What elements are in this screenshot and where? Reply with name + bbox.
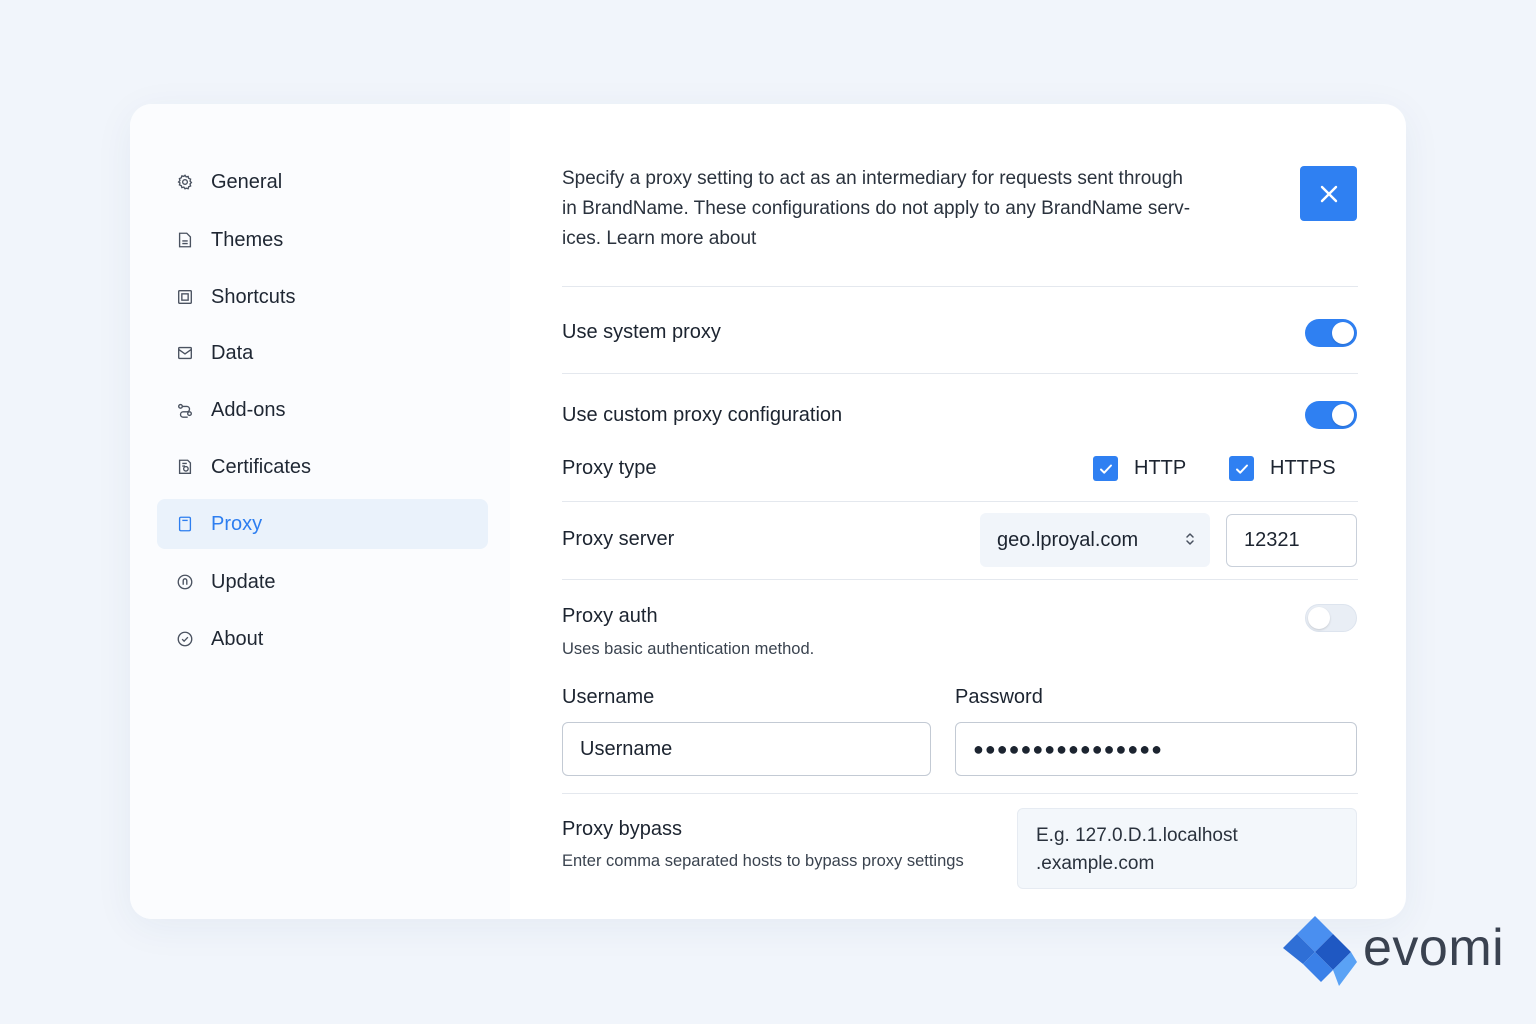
proxy-bypass-label: Proxy bypass	[562, 818, 683, 840]
http-label: HTTP	[1134, 457, 1187, 479]
proxy-host-select[interactable]: geo.lproyal.com	[980, 513, 1210, 567]
sidebar-item-label: General	[211, 170, 283, 193]
bypass-placeholder-line: .example.com	[1036, 853, 1155, 874]
proxy-server-label: Proxy server	[562, 528, 675, 550]
divider	[562, 579, 1358, 580]
proxy-description: Specify a proxy setting to act as an int…	[562, 164, 1272, 254]
proxy-bypass-description: Enter comma separated hosts to bypass pr…	[562, 852, 964, 870]
sidebar-item-general[interactable]: General	[157, 157, 488, 207]
gear-icon	[175, 172, 195, 192]
sidebar-item-add-ons[interactable]: Add-ons	[157, 385, 488, 435]
proxy-port-input[interactable]: 12321	[1226, 514, 1357, 567]
divider	[562, 286, 1358, 287]
custom-proxy-label: Use custom proxy configuration	[562, 404, 843, 426]
proxy-type-label: Proxy type	[562, 457, 657, 479]
bypass-placeholder-line: E.g. 127.0.D.1.localhost	[1036, 825, 1238, 846]
http-checkbox[interactable]	[1093, 456, 1118, 481]
sidebar-item-proxy[interactable]: Proxy	[157, 499, 488, 549]
system-proxy-toggle[interactable]	[1305, 319, 1357, 347]
proxy-auth-label: Proxy auth	[562, 605, 658, 627]
sidebar-item-label: Themes	[211, 228, 284, 251]
checkmark-icon	[1235, 464, 1248, 474]
learn-more-text[interactable]: ices. Learn more about	[562, 224, 1272, 254]
sidebar-item-label: Proxy	[211, 512, 263, 535]
sidebar-item-label: Shortcuts	[211, 285, 296, 308]
sidebar-item-label: About	[211, 627, 264, 650]
link-icon	[175, 400, 195, 420]
settings-sidebar: General Themes Shortcuts Data Add-ons Ce…	[130, 104, 510, 919]
proxy-settings-content: Specify a proxy setting to act as an int…	[562, 104, 1358, 919]
sidebar-item-about[interactable]: About	[157, 614, 488, 664]
divider	[562, 373, 1358, 374]
sidebar-item-data[interactable]: Data	[157, 328, 488, 378]
username-field[interactable]: Username	[562, 722, 931, 776]
password-label: Password	[955, 686, 1043, 708]
square-icon	[175, 287, 195, 307]
https-checkbox[interactable]	[1229, 456, 1254, 481]
proxy-auth-description: Uses basic authentication method.	[562, 640, 815, 658]
checkmark-icon	[1099, 464, 1112, 474]
proxy-host-value: geo.lproyal.com	[997, 528, 1139, 551]
sidebar-item-shortcuts[interactable]: Shortcuts	[157, 272, 488, 322]
settings-panel: General Themes Shortcuts Data Add-ons Ce…	[130, 104, 1406, 919]
custom-proxy-toggle[interactable]	[1305, 401, 1357, 429]
brand-name: evomi	[1363, 919, 1505, 977]
divider	[562, 793, 1358, 794]
close-icon	[1320, 185, 1337, 202]
proxy-icon	[175, 514, 195, 534]
password-field[interactable]: ●●●●●●●●●●●●●●●●	[955, 722, 1357, 776]
sidebar-item-label: Update	[211, 570, 276, 593]
sidebar-item-certificates[interactable]: Certificates	[157, 442, 488, 492]
update-icon	[175, 572, 195, 592]
sidebar-item-label: Data	[211, 341, 254, 364]
inbox-icon	[175, 343, 195, 363]
divider	[562, 501, 1358, 502]
sidebar-item-label: Add-ons	[211, 398, 286, 421]
document-icon	[175, 230, 195, 250]
proxy-auth-toggle[interactable]	[1305, 604, 1357, 632]
evomi-logo: evomi	[1281, 914, 1511, 989]
select-chevron-icon	[1186, 533, 1194, 545]
evomi-logo-icon	[1283, 916, 1357, 986]
system-proxy-label: Use system proxy	[562, 321, 721, 343]
proxy-bypass-textarea[interactable]: E.g. 127.0.D.1.localhost .example.com	[1017, 808, 1357, 889]
certificate-icon	[175, 457, 195, 477]
username-label: Username	[562, 686, 655, 708]
https-label: HTTPS	[1270, 457, 1336, 479]
check-circle-icon	[175, 629, 195, 649]
sidebar-item-update[interactable]: Update	[157, 557, 488, 607]
sidebar-item-themes[interactable]: Themes	[157, 215, 488, 265]
close-button[interactable]	[1300, 166, 1357, 221]
sidebar-item-label: Certificates	[211, 455, 312, 478]
